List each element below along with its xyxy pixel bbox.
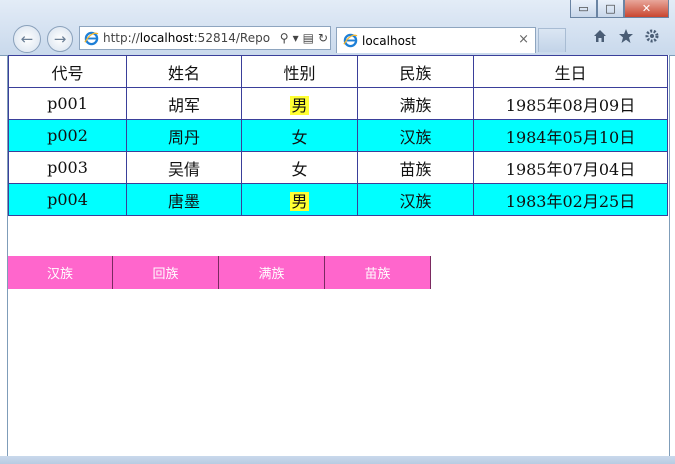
close-tab-icon[interactable]: × xyxy=(518,32,529,47)
table-row: p002 周丹 女 汉族 1984年05月10日 xyxy=(8,119,668,152)
settings-gear-icon[interactable] xyxy=(643,27,661,45)
table-header-row: 代号 姓名 性别 民族 生日 xyxy=(8,55,668,88)
refresh-icon[interactable]: ↻ xyxy=(316,31,330,45)
cell-birthday: 1984年05月10日 xyxy=(473,119,668,152)
cell-nation: 汉族 xyxy=(357,183,474,216)
cell-sex: 女 xyxy=(241,151,358,184)
address-bar[interactable]: http://localhost:52814/Repo ⚲ ▾ ▤ ↻ xyxy=(79,26,331,50)
cell-name: 胡军 xyxy=(126,87,242,120)
cell-birthday: 1985年08月09日 xyxy=(473,87,668,120)
cell-code: p003 xyxy=(8,151,127,184)
favorites-star-icon[interactable] xyxy=(617,27,635,45)
maximize-button[interactable]: □ xyxy=(597,0,624,18)
cell-name: 周丹 xyxy=(126,119,242,152)
browser-tools xyxy=(591,27,661,45)
url-text[interactable]: http://localhost:52814/Repo xyxy=(103,31,278,45)
nation-filter-buttons: 汉族 回族 满族 苗族 xyxy=(8,256,431,289)
cell-code: p001 xyxy=(8,87,127,120)
header-name: 姓名 xyxy=(126,55,242,88)
header-nation: 民族 xyxy=(357,55,474,88)
sex-male-highlight: 男 xyxy=(290,95,309,115)
sex-male-highlight: 男 xyxy=(290,191,309,211)
tab-localhost[interactable]: localhost × xyxy=(336,27,536,53)
page-viewport: 代号 姓名 性别 民族 生日 p001 胡军 男 满族 1985年08月09日 … xyxy=(7,55,670,456)
people-table: 代号 姓名 性别 民族 生日 p001 胡军 男 满族 1985年08月09日 … xyxy=(8,55,668,216)
nation-button-hui[interactable]: 回族 xyxy=(113,256,219,289)
cell-sex: 女 xyxy=(241,119,358,152)
header-sex: 性别 xyxy=(241,55,358,88)
cell-nation: 苗族 xyxy=(357,151,474,184)
back-button[interactable]: ← xyxy=(13,25,41,53)
new-tab-button[interactable] xyxy=(538,28,566,52)
minimize-button[interactable]: ▭ xyxy=(570,0,597,18)
cell-nation: 满族 xyxy=(357,87,474,120)
cell-nation: 汉族 xyxy=(357,119,474,152)
table-row: p001 胡军 男 满族 1985年08月09日 xyxy=(8,87,668,120)
forward-button[interactable]: → xyxy=(47,26,73,52)
table-row: p003 吴倩 女 苗族 1985年07月04日 xyxy=(8,151,668,184)
nation-button-man[interactable]: 满族 xyxy=(219,256,325,289)
cell-code: p004 xyxy=(8,183,127,216)
compatibility-view-icon[interactable]: ▤ xyxy=(301,31,316,45)
tab-title: localhost xyxy=(362,33,416,48)
cell-name: 吴倩 xyxy=(126,151,242,184)
search-icon[interactable]: ⚲ xyxy=(278,31,291,45)
arrow-left-icon: ← xyxy=(20,30,34,48)
ie-logo-icon xyxy=(84,31,99,45)
cell-birthday: 1985年07月04日 xyxy=(473,151,668,184)
nation-button-han[interactable]: 汉族 xyxy=(8,256,113,289)
cell-sex: 男 xyxy=(241,87,358,120)
cell-sex: 男 xyxy=(241,183,358,216)
nation-button-miao[interactable]: 苗族 xyxy=(325,256,431,289)
browser-chrome: ▭ □ ✕ ← → http://localhost:52814/Repo ⚲ … xyxy=(0,0,675,56)
cell-code: p002 xyxy=(8,119,127,152)
arrow-right-icon: → xyxy=(53,30,67,48)
home-icon[interactable] xyxy=(591,27,609,45)
cell-birthday: 1983年02月25日 xyxy=(473,183,668,216)
cell-name: 唐墨 xyxy=(126,183,242,216)
dropdown-arrow-icon[interactable]: ▾ xyxy=(291,31,301,45)
ie-logo-icon xyxy=(343,33,358,48)
window-controls: ▭ □ ✕ xyxy=(570,0,669,18)
header-birthday: 生日 xyxy=(473,55,668,88)
header-code: 代号 xyxy=(8,55,127,88)
close-window-button[interactable]: ✕ xyxy=(624,0,669,18)
table-row: p004 唐墨 男 汉族 1983年02月25日 xyxy=(8,183,668,216)
window-bottom-frame xyxy=(0,456,675,464)
